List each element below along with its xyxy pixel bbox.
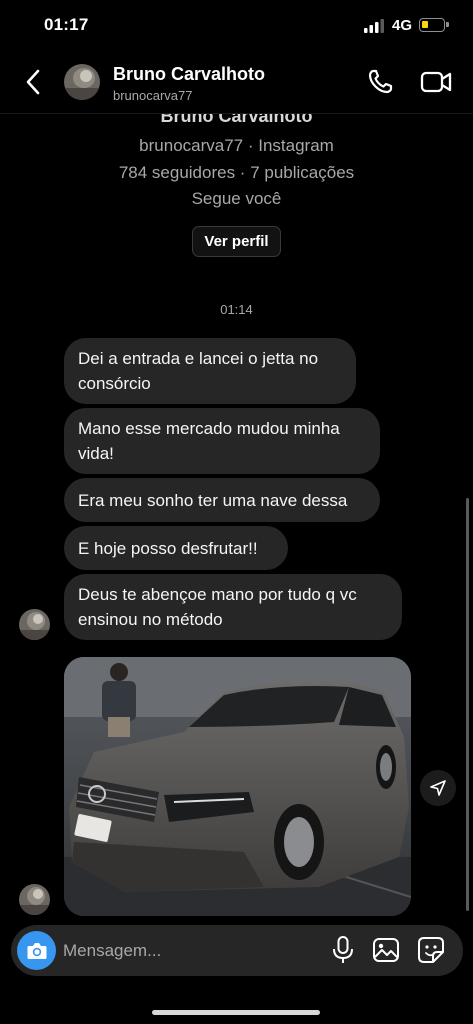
sticker-icon[interactable] xyxy=(416,935,446,965)
cellular-signal-icon xyxy=(364,19,384,33)
follow-status: Segue você xyxy=(191,189,282,208)
car-photo[interactable] xyxy=(64,657,411,916)
header-name[interactable]: Bruno Carvalhoto xyxy=(113,64,265,85)
battery-level xyxy=(422,21,428,28)
phone-icon[interactable] xyxy=(364,66,396,98)
sender-avatar[interactable] xyxy=(19,609,50,640)
profile-handle: brunocarva77 · Instagram xyxy=(139,136,334,155)
battery-icon xyxy=(419,18,449,32)
network-type: 4G xyxy=(392,17,413,34)
message-composer xyxy=(11,925,463,976)
message-bubble[interactable]: Dei a entrada e lancei o jetta no consór… xyxy=(64,338,356,404)
sender-avatar[interactable] xyxy=(19,884,50,915)
camera-icon xyxy=(27,942,46,959)
header-username[interactable]: brunocarva77 xyxy=(113,88,193,103)
message-bubble[interactable]: Deus te abençoe mano por tudo q vc ensin… xyxy=(64,574,402,640)
message-bubble[interactable]: Mano esse mercado mudou minha vida! xyxy=(64,408,380,474)
profile-stats: 784 seguidores · 7 publicações xyxy=(118,163,355,182)
message-bubble[interactable]: Era meu sonho ter uma nave dessa xyxy=(64,478,380,522)
camera-button[interactable] xyxy=(17,931,56,970)
header-avatar[interactable] xyxy=(64,64,100,100)
video-camera-icon[interactable] xyxy=(419,66,453,98)
status-bar: 01:17 4G xyxy=(0,0,473,50)
microphone-icon[interactable] xyxy=(330,935,356,965)
back-arrow-icon xyxy=(26,69,40,95)
message-bubble[interactable]: E hoje posso desfrutar!! xyxy=(64,526,288,570)
gallery-icon[interactable] xyxy=(371,935,401,965)
message-input[interactable] xyxy=(63,933,313,968)
share-button[interactable] xyxy=(420,770,456,806)
message-timestamp: 01:14 xyxy=(220,302,253,317)
back-button[interactable] xyxy=(18,64,48,100)
status-time: 01:17 xyxy=(44,15,89,34)
scrollbar[interactable] xyxy=(466,498,469,911)
view-profile-button[interactable]: Ver perfil xyxy=(192,226,281,257)
chat-header: Bruno Carvalhoto brunocarva77 xyxy=(0,50,473,114)
send-icon xyxy=(430,780,446,796)
home-indicator[interactable] xyxy=(152,1010,320,1015)
